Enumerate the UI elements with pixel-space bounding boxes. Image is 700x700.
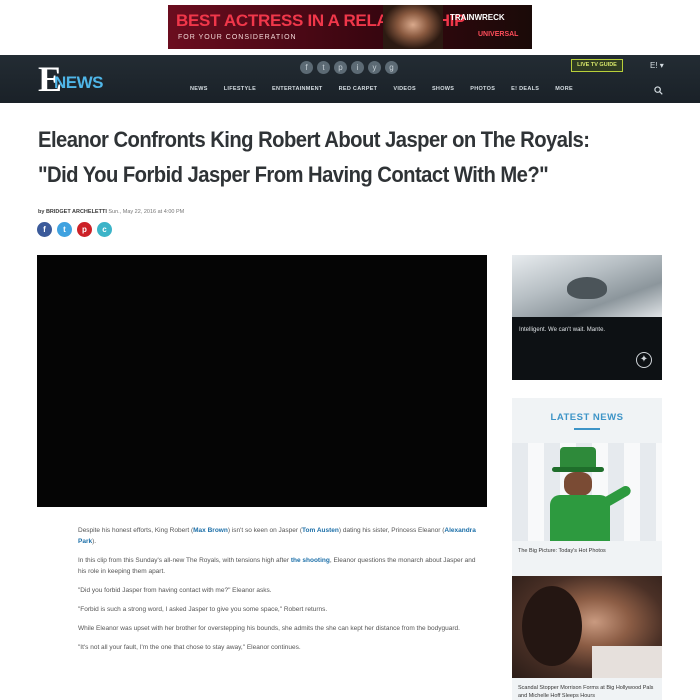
story-image-1[interactable]: [512, 443, 662, 541]
site-header: E NEWS f t p i y g NEWS LIFESTYLE ENTERT…: [0, 55, 700, 103]
ad-mirror-shape: [567, 277, 607, 299]
nav-item-lifestyle[interactable]: LIFESTYLE: [216, 86, 264, 92]
nav-item-shows[interactable]: SHOWS: [424, 86, 462, 92]
sidebar-ad-tagline: Intelligent. We can't wait. Mante.: [519, 327, 606, 333]
article-paragraph: "It's not all your fault, I'm the one th…: [78, 642, 478, 653]
green-suit: [550, 495, 610, 541]
paragraph-text: ).: [92, 538, 97, 545]
article-paragraph: "Forbid is such a strong word, I asked J…: [78, 604, 478, 615]
live-tv-button[interactable]: LIVE TV GUIDE: [571, 59, 623, 72]
paragraph-text: Despite his honest efforts, King Robert …: [78, 527, 194, 534]
paragraph-text: "It's not all your fault, I'm the one th…: [78, 644, 301, 651]
social-links: f t p i y g: [300, 61, 398, 74]
video-player[interactable]: [37, 255, 487, 507]
paragraph-text: ) dating his sister, Princess Eleanor (: [338, 527, 445, 534]
share-facebook-icon[interactable]: f: [37, 222, 52, 237]
leprechaun-hat: [560, 447, 596, 469]
instagram-icon[interactable]: i: [351, 61, 364, 74]
share-pinterest-icon[interactable]: p: [77, 222, 92, 237]
brand-emblem-icon: ✦: [636, 352, 652, 368]
bed-sheet: [592, 646, 662, 678]
paragraph-text: While Eleanor was upset with her brother…: [78, 625, 460, 632]
article-paragraph: Despite his honest efforts, King Robert …: [78, 525, 478, 547]
article-title: Eleanor Confronts King Robert About Jasp…: [38, 127, 590, 187]
latest-news-panel: LATEST NEWS The Big Picture: Today's Hot…: [512, 398, 662, 700]
ad-brand: TRAINWRECK: [450, 13, 505, 22]
article-byline: by BRIDGET ARCHELETTI Sun., May 22, 2016…: [38, 209, 184, 215]
inline-link[interactable]: the shooting: [291, 557, 330, 564]
nav-item-deals[interactable]: E! DEALS: [503, 86, 547, 92]
edition-selector[interactable]: E! ▾: [650, 61, 664, 70]
paragraph-text: "Did you forbid Jasper from having conta…: [78, 587, 272, 594]
paragraph-text: ) isn't so keen on Jasper (: [227, 527, 303, 534]
heading-underline: [574, 428, 600, 430]
comments-icon[interactable]: c: [97, 222, 112, 237]
pinterest-icon[interactable]: p: [334, 61, 347, 74]
story-caption-2[interactable]: Scandal Stopper Morrison Forms at Big Ho…: [518, 684, 658, 700]
article-paragraph: In this clip from this Sunday's all-new …: [78, 555, 478, 577]
hair-shape: [522, 586, 582, 666]
nav-item-videos[interactable]: VIDEOS: [385, 86, 424, 92]
story-caption-1[interactable]: The Big Picture: Today's Hot Photos: [518, 548, 606, 554]
nav-item-news[interactable]: NEWS: [182, 86, 216, 92]
nav-item-photos[interactable]: PHOTOS: [462, 86, 503, 92]
sidebar-ad[interactable]: Intelligent. We can't wait. Mante. ✦: [512, 255, 662, 380]
nav-item-entertainment[interactable]: ENTERTAINMENT: [264, 86, 331, 92]
byline-author[interactable]: by BRIDGET ARCHELETTI: [38, 209, 107, 215]
top-ad-area: BEST ACTRESS IN A RELATIONSHIP FOR YOUR …: [0, 0, 700, 52]
google-plus-icon[interactable]: g: [385, 61, 398, 74]
article-paragraph: "Did you forbid Jasper from having conta…: [78, 585, 478, 596]
inline-link[interactable]: Max Brown: [193, 527, 228, 534]
article-body: Despite his honest efforts, King Robert …: [78, 525, 478, 661]
main-nav: NEWS LIFESTYLE ENTERTAINMENT RED CARPET …: [182, 86, 581, 92]
share-buttons: f t p c: [37, 222, 112, 237]
paragraph-text: "Forbid is such a strong word, I asked J…: [78, 606, 328, 613]
share-twitter-icon[interactable]: t: [57, 222, 72, 237]
twitter-icon[interactable]: t: [317, 61, 330, 74]
byline-date: Sun., May 22, 2016 at 4:00 PM: [108, 209, 185, 215]
ad-brand-sub: UNIVERSAL: [478, 31, 519, 38]
story-image-2[interactable]: [512, 576, 662, 678]
inline-link[interactable]: Tom Austen: [302, 527, 339, 534]
search-icon[interactable]: [654, 86, 663, 95]
nav-item-more[interactable]: MORE: [547, 86, 581, 92]
logo-word: NEWS: [54, 73, 104, 92]
ad-subline: FOR YOUR CONSIDERATION: [178, 34, 297, 41]
person-face: [564, 472, 592, 496]
nav-item-red-carpet[interactable]: RED CARPET: [331, 86, 386, 92]
facebook-icon[interactable]: f: [300, 61, 313, 74]
top-ad-banner[interactable]: BEST ACTRESS IN A RELATIONSHIP FOR YOUR …: [168, 5, 532, 49]
ad-portrait-image: [383, 5, 443, 49]
youtube-icon[interactable]: y: [368, 61, 381, 74]
latest-news-heading: LATEST NEWS: [550, 412, 624, 423]
enews-logo[interactable]: E NEWS: [38, 61, 104, 99]
paragraph-text: In this clip from this Sunday's all-new …: [78, 557, 291, 564]
article-paragraph: While Eleanor was upset with her brother…: [78, 623, 478, 634]
